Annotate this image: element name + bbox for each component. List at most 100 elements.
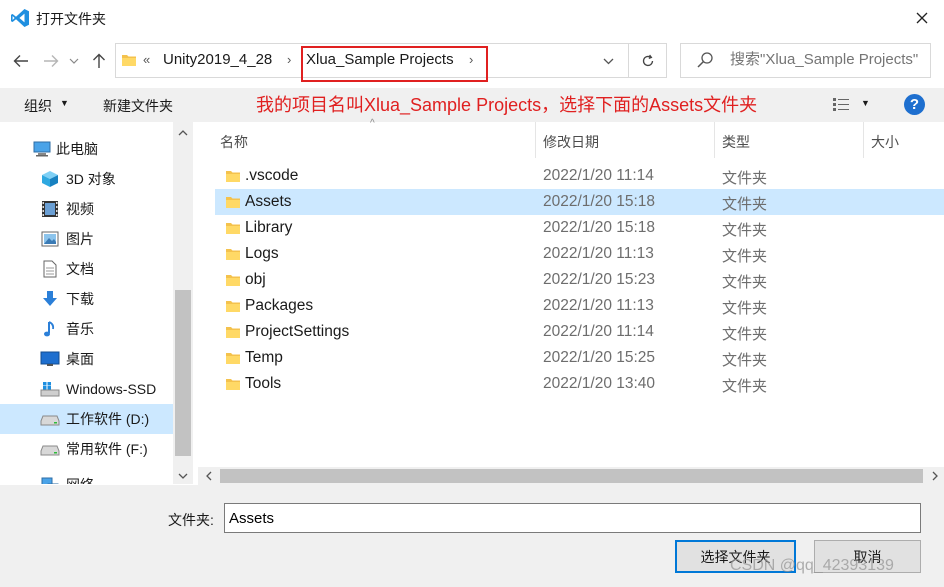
back-button[interactable] [10, 50, 32, 72]
breadcrumb-item[interactable]: Unity2019_4_28 [163, 51, 272, 68]
file-date: 2022/1/20 15:18 [543, 193, 656, 210]
file-row[interactable]: Temp 2022/1/20 15:25 文件夹 [215, 345, 944, 371]
nav-item-label: 桌面 [66, 351, 94, 367]
new-folder-button[interactable]: 新建文件夹 [103, 96, 173, 116]
nav-item-label: 音乐 [66, 321, 94, 337]
file-date: 2022/1/20 15:25 [543, 349, 656, 366]
annotation-text: 我的项目名叫Xlua_Sample Projects，选择下面的Assets文件… [256, 95, 758, 115]
file-date: 2022/1/20 15:18 [543, 219, 656, 236]
file-date: 2022/1/20 15:23 [543, 271, 656, 288]
recent-locations-button[interactable] [66, 52, 82, 70]
chevron-right-icon [932, 471, 938, 481]
computer-icon [32, 139, 52, 159]
column-header-date[interactable]: 修改日期 [543, 132, 599, 152]
help-button[interactable]: ? [904, 94, 925, 115]
column-divider[interactable] [714, 122, 715, 158]
file-row[interactable]: obj 2022/1/20 15:23 文件夹 [215, 267, 944, 293]
file-type: 文件夹 [722, 222, 768, 239]
divider [628, 44, 629, 77]
nav-item-label: 文档 [66, 261, 94, 277]
forward-button[interactable] [40, 50, 62, 72]
folder-name-input[interactable] [224, 503, 921, 533]
caret-down-icon: ▼ [60, 98, 69, 108]
file-row[interactable]: Logs 2022/1/20 11:13 文件夹 [215, 241, 944, 267]
column-header-name[interactable]: 名称 [220, 132, 248, 152]
nav-item-drive-f[interactable]: 常用软件 (F:) [0, 434, 173, 464]
nav-item-this-pc[interactable]: 此电脑 [0, 134, 173, 164]
horizontal-scroll-thumb[interactable] [220, 469, 923, 483]
breadcrumb-separator[interactable]: › [287, 52, 291, 67]
nav-item-label: 网络 [66, 475, 94, 484]
nav-item-downloads[interactable]: 下载 [0, 284, 173, 314]
file-row[interactable]: Packages 2022/1/20 11:13 文件夹 [215, 293, 944, 319]
file-name: Library [245, 219, 293, 236]
folder-icon [225, 324, 241, 340]
nav-item-label: Windows-SSD [66, 381, 157, 397]
file-row[interactable]: Tools 2022/1/20 13:40 文件夹 [215, 371, 944, 397]
breadcrumb-overflow[interactable]: « [143, 52, 150, 67]
folder-icon [225, 272, 241, 288]
file-name: obj [245, 271, 266, 288]
caret-down-icon[interactable]: ▼ [861, 98, 870, 108]
nav-scroll-thumb[interactable] [175, 290, 191, 456]
drive-icon [40, 409, 60, 429]
scroll-right-button[interactable] [926, 467, 944, 485]
cube-icon [40, 169, 60, 189]
file-row[interactable]: .vscode 2022/1/20 11:14 文件夹 [215, 163, 944, 189]
column-divider[interactable] [535, 122, 536, 158]
file-name: Packages [245, 297, 314, 314]
folder-icon [225, 168, 241, 184]
picture-icon [40, 229, 60, 249]
video-icon [40, 199, 60, 219]
sort-ascending-icon: ^ [370, 118, 375, 129]
file-date: 2022/1/20 13:40 [543, 375, 656, 392]
nav-item-drive-d[interactable]: 工作软件 (D:) [0, 404, 173, 434]
file-name: Tools [245, 375, 282, 392]
file-row[interactable]: Assets 2022/1/20 15:18 文件夹 [215, 189, 944, 215]
close-button[interactable] [900, 0, 944, 36]
watermark: CSDN @qq_42393139 [730, 557, 894, 574]
window-title: 打开文件夹 [36, 11, 106, 27]
file-type: 文件夹 [722, 378, 768, 395]
search-icon [695, 50, 715, 70]
arrow-left-icon [13, 55, 28, 67]
scroll-up-button[interactable] [173, 124, 193, 142]
file-row[interactable]: ProjectSettings 2022/1/20 11:14 文件夹 [215, 319, 944, 345]
file-name: .vscode [245, 167, 299, 184]
music-icon [40, 319, 60, 339]
nav-item-pictures[interactable]: 图片 [0, 224, 173, 254]
file-name: Temp [245, 349, 283, 366]
scroll-down-button[interactable] [173, 467, 193, 485]
chevron-down-icon [69, 58, 79, 64]
file-date: 2022/1/20 11:13 [543, 245, 654, 262]
file-row[interactable]: Library 2022/1/20 15:18 文件夹 [215, 215, 944, 241]
nav-item-label: 常用软件 (F:) [66, 441, 148, 457]
nav-item-music[interactable]: 音乐 [0, 314, 173, 344]
nav-item-videos[interactable]: 视频 [0, 194, 173, 224]
column-divider[interactable] [863, 122, 864, 158]
annotation-highlight-box [301, 46, 488, 82]
nav-item-documents[interactable]: 文档 [0, 254, 173, 284]
address-history-dropdown[interactable] [598, 50, 618, 72]
chevron-left-icon [206, 471, 212, 481]
file-name: Logs [245, 245, 279, 262]
column-header-size[interactable]: 大小 [871, 132, 899, 152]
close-icon [916, 12, 928, 24]
file-type: 文件夹 [722, 248, 768, 265]
scroll-left-button[interactable] [200, 467, 218, 485]
search-input[interactable] [730, 51, 928, 68]
nav-item-3d-objects[interactable]: 3D 对象 [0, 164, 173, 194]
column-header-type[interactable]: 类型 [722, 132, 750, 152]
nav-item-network[interactable]: 网络 [0, 470, 173, 484]
folder-icon [225, 194, 241, 210]
network-icon [40, 475, 60, 484]
nav-item-windows-ssd[interactable]: Windows-SSD [0, 374, 173, 404]
view-options-button[interactable] [832, 96, 850, 112]
organize-menu[interactable]: 组织 [24, 96, 52, 116]
nav-item-desktop[interactable]: 桌面 [0, 344, 173, 374]
file-type: 文件夹 [722, 170, 768, 187]
up-button[interactable] [88, 50, 110, 72]
nav-item-label: 视频 [66, 201, 94, 217]
refresh-button[interactable] [636, 49, 660, 73]
file-name: ProjectSettings [245, 323, 350, 340]
